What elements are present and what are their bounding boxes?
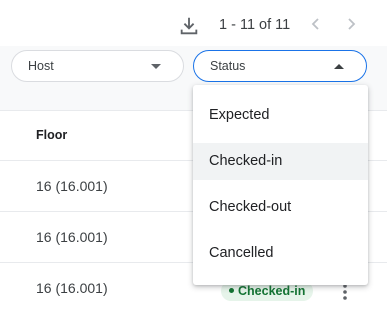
status-option-label: Cancelled	[209, 245, 274, 261]
arrow-drop-down-icon	[151, 64, 161, 69]
pagination-range: 1 - 11 of 11	[219, 17, 291, 33]
table-toolbar: 1 - 11 of 11	[0, 0, 387, 46]
host-filter-label: Host	[28, 59, 54, 73]
floor-cell: 16 (16.001)	[36, 178, 108, 194]
chevron-right-icon[interactable]	[344, 17, 358, 31]
status-option-label: Checked-in	[209, 153, 283, 169]
status-option-checked-out[interactable]: Checked-out	[193, 189, 368, 226]
host-filter[interactable]: Host	[11, 50, 184, 82]
chevron-left-icon[interactable]	[309, 17, 323, 31]
status-option-label: Checked-out	[209, 199, 292, 215]
download-icon[interactable]	[178, 15, 200, 37]
floor-cell: 16 (16.001)	[36, 280, 108, 296]
status-option-cancelled[interactable]: Cancelled	[193, 235, 368, 272]
status-badge-label: Checked-in	[238, 284, 306, 298]
status-dot	[229, 288, 234, 294]
floor-cell: 16 (16.001)	[36, 229, 108, 245]
status-option-checked-in[interactable]: Checked-in	[193, 143, 368, 180]
status-filter-label: Status	[210, 59, 246, 73]
status-option-label: Expected	[209, 107, 270, 123]
column-header-floor[interactable]: Floor	[36, 128, 67, 142]
status-dropdown-menu: Expected Checked-in Checked-out Cancelle…	[193, 85, 368, 285]
more-vert-icon[interactable]	[340, 283, 350, 301]
status-option-expected[interactable]: Expected	[193, 97, 368, 134]
status-filter[interactable]: Status	[193, 50, 367, 82]
arrow-drop-up-icon	[334, 64, 344, 69]
